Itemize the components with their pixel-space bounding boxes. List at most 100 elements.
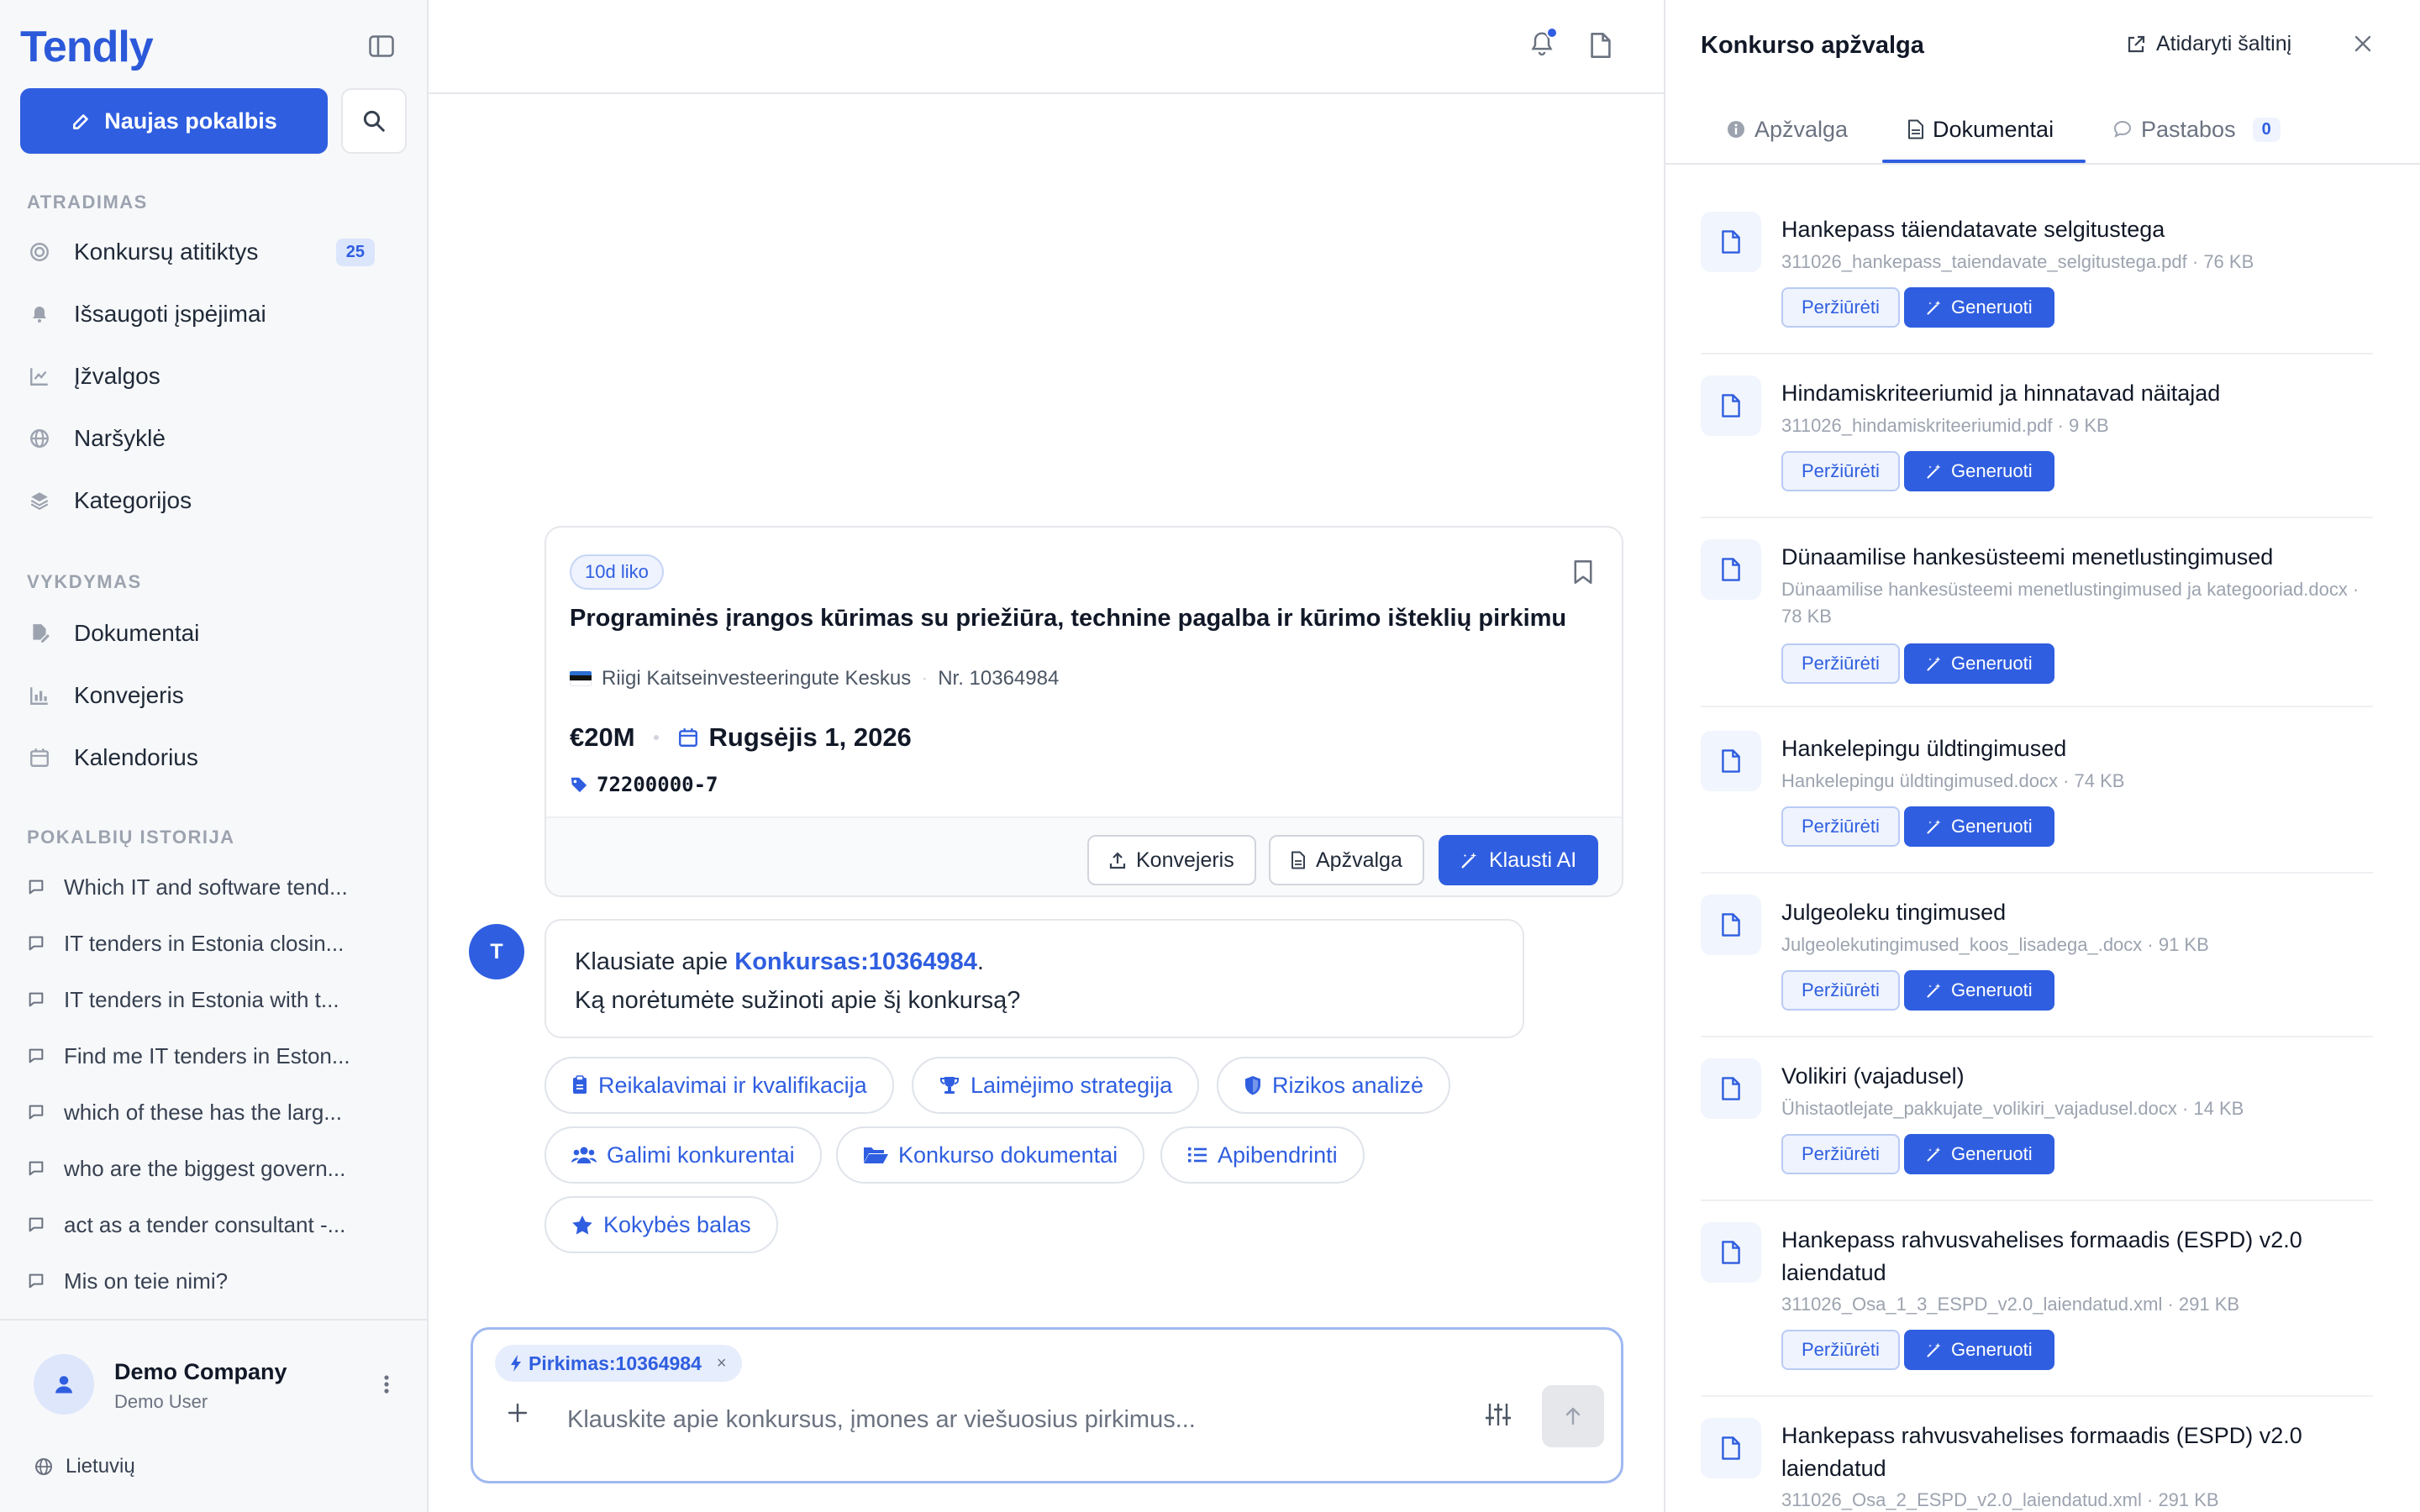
attach-plus-icon[interactable] <box>507 1402 529 1424</box>
magic-wand-icon <box>1926 1146 1943 1163</box>
generate-button[interactable]: Generuoti <box>1904 287 2054 328</box>
sidebar-item-saved-alerts[interactable]: Išsaugoti įspėjimai <box>27 291 388 338</box>
language-selector[interactable]: Lietuvių <box>34 1455 135 1478</box>
history-item[interactable]: IT tenders in Estonia with t... <box>27 979 397 1020</box>
sidebar-item-matches[interactable]: Konkursų atitiktys 25 <box>27 228 388 276</box>
magic-wand-icon <box>1926 1341 1943 1358</box>
view-document-button[interactable]: Peržiūrėti <box>1781 806 1900 847</box>
sidebar-footer: Demo Company Demo User Lietuvių <box>0 1319 427 1512</box>
chat-composer: Pirkimas:10364984 × <box>471 1327 1623 1483</box>
history-item[interactable]: IT tenders in Estonia closin... <box>27 923 397 963</box>
document-item: Julgeoleku tingimused Julgeolekutingimus… <box>1701 895 2373 1037</box>
magic-wand-icon <box>1926 818 1943 835</box>
bolt-icon <box>510 1354 522 1373</box>
tab-overview[interactable]: Apžvalga <box>1726 94 1848 165</box>
history-item-label: which of these has the larg... <box>64 1099 342 1125</box>
document-item: Dünaamilise hankesüsteemi menetlustingim… <box>1701 539 2373 707</box>
bookmark-icon[interactable] <box>1573 559 1593 585</box>
avatar[interactable] <box>34 1354 94 1415</box>
sidebar-item-pipeline[interactable]: Konvejeris <box>27 672 388 719</box>
search-icon <box>361 108 387 134</box>
message-text: . <box>976 948 984 975</box>
remove-context-icon[interactable]: × <box>717 1354 727 1373</box>
file-icon <box>1701 375 1761 436</box>
generate-button[interactable]: Generuoti <box>1904 451 2054 491</box>
suggestion-chip-competitors[interactable]: Galimi konkurentai <box>544 1126 822 1184</box>
history-item[interactable]: which of these has the larg... <box>27 1092 397 1132</box>
context-tag[interactable]: Pirkimas:10364984 × <box>495 1345 742 1382</box>
bell-icon <box>27 302 52 327</box>
sidebar-item-calendar[interactable]: Kalendorius <box>27 734 388 781</box>
view-document-button[interactable]: Peržiūrėti <box>1781 451 1900 491</box>
message-text: Klausiate apie <box>575 948 735 975</box>
history-item[interactable]: Mis on teie nimi? <box>27 1261 397 1301</box>
suggestion-label: Galimi konkurentai <box>607 1142 795 1168</box>
sidebar-toggle-icon[interactable] <box>365 32 398 60</box>
suggestion-chip-documents[interactable]: Konkurso dokumentai <box>836 1126 1145 1184</box>
history-item[interactable]: who are the biggest govern... <box>27 1148 397 1189</box>
file-icon <box>1701 895 1761 955</box>
overview-button[interactable]: Apžvalga <box>1269 835 1424 885</box>
more-vertical-icon[interactable] <box>383 1374 390 1394</box>
panel-title: Konkurso apžvalga <box>1701 32 1924 59</box>
view-document-button[interactable]: Peržiūrėti <box>1781 970 1900 1011</box>
app-logo[interactable]: Tendly <box>20 22 154 72</box>
history-item-label: Find me IT tenders in Eston... <box>64 1042 350 1068</box>
document-icon[interactable] <box>1590 32 1612 59</box>
star-icon <box>571 1215 593 1235</box>
active-tab-indicator <box>1882 160 2086 163</box>
generate-button[interactable]: Generuoti <box>1904 970 2054 1011</box>
chat-bubble-icon <box>27 1215 45 1234</box>
view-document-button[interactable]: Peržiūrėti <box>1781 287 1900 328</box>
tender-title[interactable]: Programinės įrangos kūrimas su priežiūra… <box>570 605 1566 633</box>
sidebar-item-categories[interactable]: Kategorijos <box>27 477 388 524</box>
deadline-date: Rugsėjis 1, 2026 <box>708 722 912 752</box>
suggestion-chip-summarize[interactable]: Apibendrinti <box>1160 1126 1365 1184</box>
suggestion-chip-requirements[interactable]: Reikalavimai ir kvalifikacija <box>544 1057 894 1114</box>
close-icon[interactable] <box>2353 34 2373 54</box>
generate-button-label: Generuoti <box>1951 979 2033 1000</box>
suggestion-label: Reikalavimai ir kvalifikacija <box>598 1072 867 1098</box>
sidebar-item-insights[interactable]: Įžvalgos <box>27 353 388 400</box>
new-chat-label: Naujas pokalbis <box>104 108 277 134</box>
suggestion-chip-strategy[interactable]: Laimėjimo strategija <box>912 1057 1200 1114</box>
upload-icon <box>1109 851 1126 869</box>
file-icon <box>1701 212 1761 272</box>
suggestion-chip-risk[interactable]: Rizikos analizė <box>1217 1057 1451 1114</box>
history-item[interactable]: Find me IT tenders in Eston... <box>27 1036 397 1076</box>
document-meta: 311026_Osa_1_3_ESPD_v2.0_laiendatud.xml … <box>1781 1294 2240 1315</box>
send-button[interactable] <box>1542 1385 1604 1447</box>
ask-ai-button[interactable]: Klausti AI <box>1439 835 1599 885</box>
add-to-pipeline-button[interactable]: Konvejeris <box>1087 835 1256 885</box>
view-document-button[interactable]: Peržiūrėti <box>1781 643 1900 684</box>
open-source-label: Atidaryti šaltinį <box>2156 32 2292 55</box>
tender-reference-link[interactable]: Konkursas:10364984 <box>734 948 977 975</box>
history-item[interactable]: Which IT and software tend... <box>27 867 397 907</box>
generate-button[interactable]: Generuoti <box>1904 643 2054 684</box>
open-source-link[interactable]: Atidaryti šaltinį <box>2126 32 2291 56</box>
view-document-button[interactable]: Peržiūrėti <box>1781 1134 1900 1174</box>
assistant-message-line-1: Klausiate apie Konkursas:10364984. <box>575 942 1494 981</box>
new-chat-button[interactable]: Naujas pokalbis <box>20 88 328 154</box>
history-item[interactable]: act as a tender consultant -... <box>27 1205 397 1245</box>
tender-overview-panel: Konkurso apžvalga Atidaryti šaltinį Apžv… <box>1664 0 2420 1512</box>
chat-input[interactable] <box>567 1399 1441 1441</box>
calendar-icon <box>27 745 52 770</box>
tender-deadline: Rugsėjis 1, 2026 <box>677 722 912 753</box>
tab-notes[interactable]: Pastabos 0 <box>2112 94 2281 165</box>
search-button[interactable] <box>341 88 407 154</box>
generate-button[interactable]: Generuoti <box>1904 806 2054 847</box>
context-tag-label: Pirkimas:10364984 <box>529 1352 702 1374</box>
tab-documents[interactable]: Dokumentai <box>1907 94 2054 165</box>
generate-button[interactable]: Generuoti <box>1904 1330 2054 1370</box>
suggestion-chip-quality-score[interactable]: Kokybės balas <box>544 1196 778 1253</box>
sidebar-item-documents[interactable]: Dokumentai <box>27 610 388 657</box>
sidebar-item-browser[interactable]: Naršyklė <box>27 415 388 462</box>
view-document-button[interactable]: Peržiūrėti <box>1781 1330 1900 1370</box>
suggestion-label: Konkurso dokumentai <box>898 1142 1118 1168</box>
settings-sliders-icon[interactable] <box>1485 1402 1512 1427</box>
file-icon <box>1701 1418 1761 1478</box>
generate-button[interactable]: Generuoti <box>1904 1134 2054 1174</box>
notifications-bell-icon[interactable] <box>1529 27 1558 57</box>
company-name: Demo Company <box>114 1359 287 1384</box>
